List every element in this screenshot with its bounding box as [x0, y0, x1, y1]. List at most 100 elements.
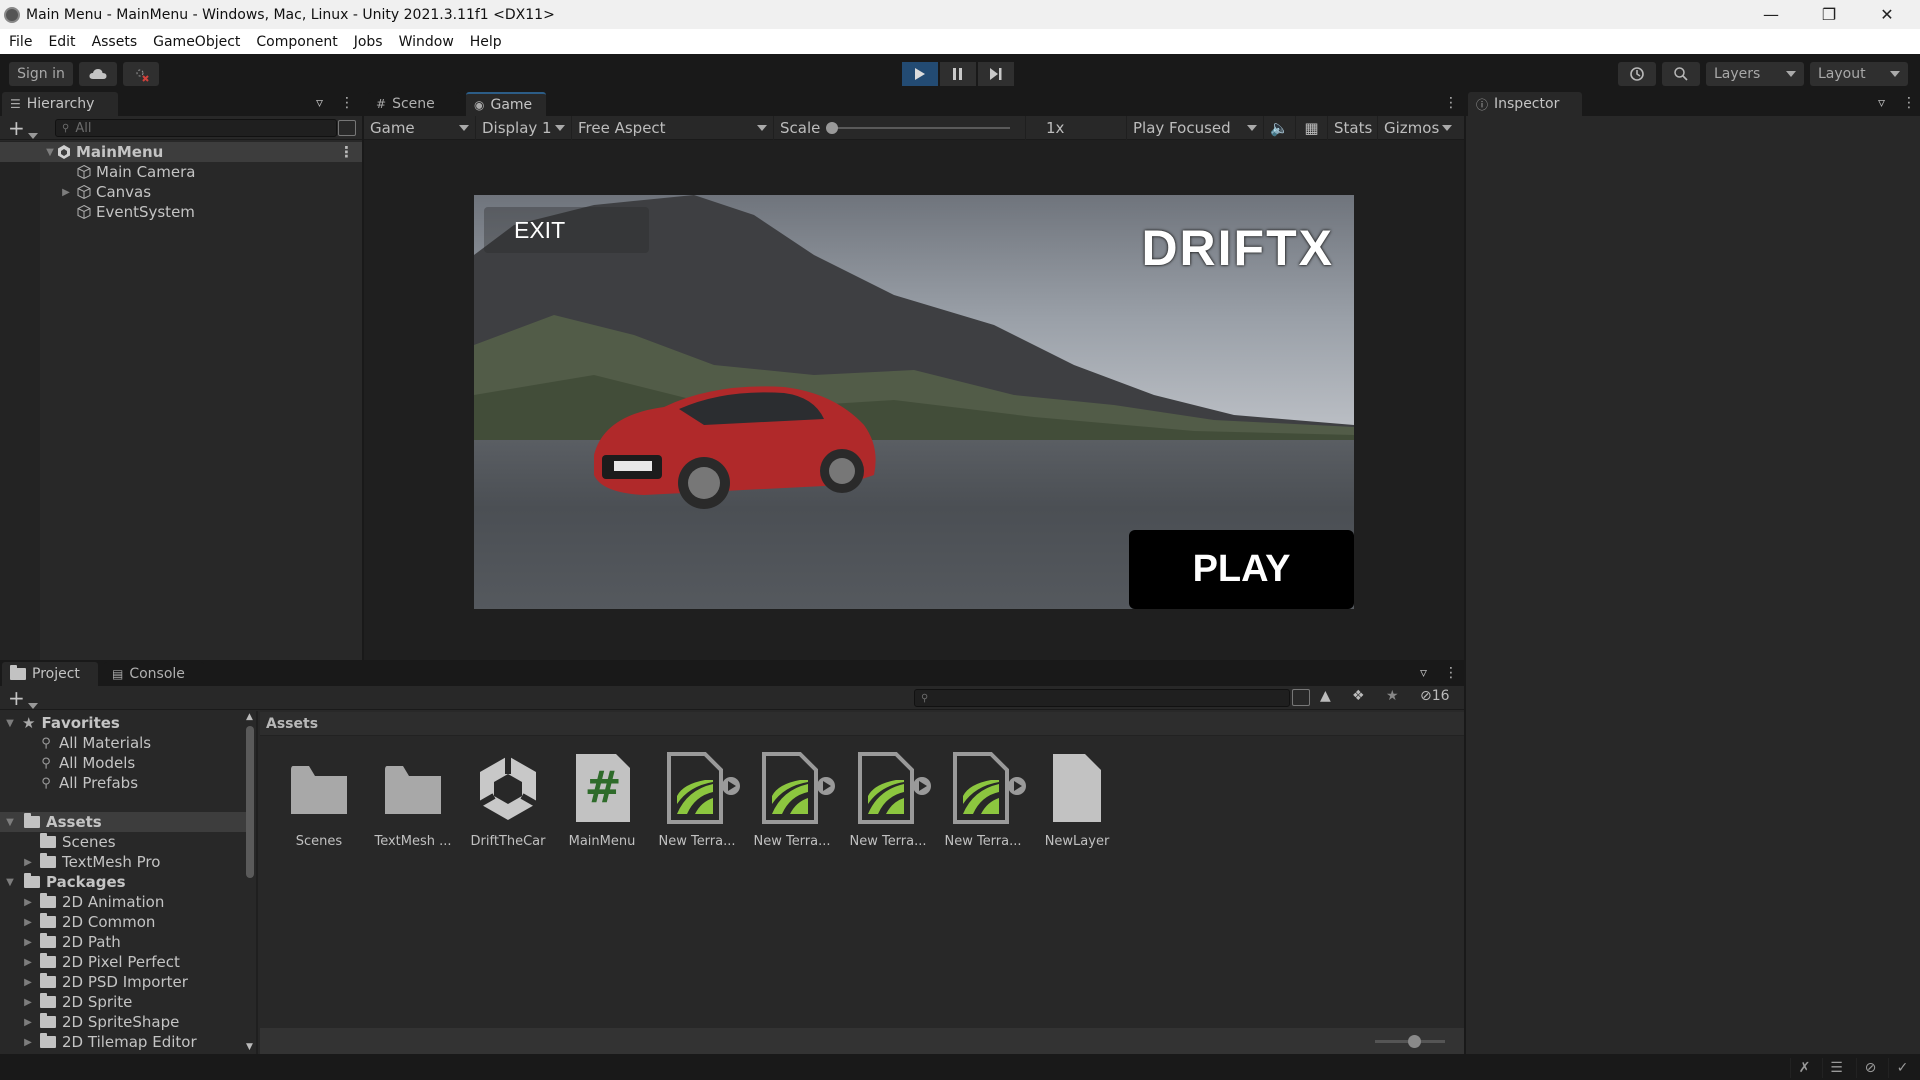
aspect-dropdown[interactable]: Free Aspect — [572, 116, 774, 140]
expanded-arrow-icon[interactable]: ▼ — [4, 877, 16, 888]
scroll-up-icon[interactable]: ▲ — [246, 712, 253, 722]
tree-favorites[interactable]: ▼ ★ Favorites — [0, 713, 246, 733]
create-icon[interactable]: + — [8, 686, 25, 710]
tree-scrollbar[interactable]: ▲ ▼ — [244, 712, 256, 1054]
hierarchy-row-canvas[interactable]: ▶ Canvas — [0, 182, 362, 202]
asset-item[interactable]: New Terra... — [937, 752, 1029, 849]
collapsed-arrow-icon[interactable]: ▶ — [22, 1037, 34, 1048]
tab-project[interactable]: Project — [2, 662, 98, 686]
add-icon[interactable]: + — [8, 116, 25, 140]
tree-package[interactable]: ▶ 2D Sprite — [0, 992, 246, 1012]
exit-button[interactable]: EXIT — [484, 207, 649, 253]
step-button[interactable] — [978, 62, 1014, 86]
tree-assets[interactable]: ▼ Assets — [0, 812, 246, 832]
tree-package[interactable]: ▶ 2D Pixel Perfect — [0, 952, 246, 972]
tab-console[interactable]: ▤ Console — [104, 662, 204, 686]
menu-jobs[interactable]: Jobs — [354, 34, 383, 50]
filter-by-label-icon[interactable]: ❖ — [1352, 688, 1365, 704]
game-render[interactable]: EXIT DRIFTX PLAY — [474, 195, 1354, 609]
lock-icon[interactable]: ▿ — [1420, 665, 1427, 681]
tree-package[interactable]: ▶ 2D PSD Importer — [0, 972, 246, 992]
tree-package[interactable]: ▶ 2D Tilemap Editor — [0, 1032, 246, 1052]
display-dropdown[interactable]: Display 1 — [476, 116, 572, 140]
collapsed-arrow-icon[interactable]: ▶ — [22, 897, 34, 908]
hierarchy-search-input[interactable]: ⚲ All — [55, 119, 337, 137]
asset-item[interactable]: # MainMenu — [556, 752, 648, 849]
sign-in-button[interactable]: Sign in — [9, 62, 73, 86]
collapsed-arrow-icon[interactable]: ▶ — [22, 1017, 34, 1028]
kebab-menu-icon[interactable]: ⋮ — [1902, 95, 1916, 111]
menu-file[interactable]: File — [9, 34, 32, 50]
scroll-down-icon[interactable]: ▼ — [246, 1042, 253, 1052]
menu-edit[interactable]: Edit — [48, 34, 75, 50]
collapsed-arrow-icon[interactable]: ▶ — [22, 857, 34, 868]
expanded-arrow-icon[interactable]: ▼ — [44, 147, 56, 158]
collapsed-arrow-icon[interactable]: ▶ — [22, 957, 34, 968]
pause-button[interactable] — [940, 62, 976, 86]
menu-gameobject[interactable]: GameObject — [153, 34, 240, 50]
open-search-window-icon[interactable] — [1292, 689, 1310, 706]
tree-all-materials[interactable]: ⚲ All Materials — [0, 733, 246, 753]
breadcrumb-assets[interactable]: Assets — [266, 716, 318, 732]
hierarchy-row-mainmenu[interactable]: ▼ MainMenu ⋮ — [0, 142, 362, 162]
collapsed-arrow-icon[interactable]: ▶ — [22, 977, 34, 988]
minimize-button[interactable]: — — [1742, 0, 1800, 29]
collapsed-arrow-icon[interactable]: ▶ — [22, 997, 34, 1008]
kebab-menu-icon[interactable]: ⋮ — [1444, 665, 1458, 681]
project-search-input[interactable]: ⚲ — [914, 689, 1290, 707]
lock-icon[interactable]: ▿ — [1878, 95, 1885, 111]
restore-button[interactable]: ❐ — [1800, 0, 1858, 29]
asset-item[interactable]: New Terra... — [842, 752, 934, 849]
scale-slider-track[interactable] — [830, 127, 1010, 129]
kebab-menu-icon[interactable]: ⋮ — [340, 95, 354, 111]
debug-mode-button[interactable]: ✗ — [1790, 1058, 1818, 1078]
menu-component[interactable]: Component — [256, 34, 337, 50]
tab-inspector[interactable]: ⓘ Inspector — [1468, 92, 1582, 116]
stats-button[interactable]: Stats — [1328, 116, 1378, 140]
lock-icon[interactable]: ▿ — [316, 95, 323, 111]
open-search-window-icon[interactable] — [338, 120, 356, 136]
asset-item[interactable]: Scenes — [273, 752, 365, 849]
asset-item[interactable]: DriftTheCar — [462, 752, 554, 849]
game-mode-dropdown[interactable]: Game — [364, 116, 476, 140]
play-mode-dropdown[interactable]: Play Focused — [1126, 116, 1264, 140]
tree-package[interactable]: ▶ 2D SpriteShape — [0, 1012, 246, 1032]
auto-refresh-button[interactable]: ⊘ — [1856, 1058, 1884, 1078]
tree-scenes[interactable]: Scenes — [0, 832, 246, 852]
play-game-button[interactable]: PLAY — [1129, 530, 1354, 609]
tab-game[interactable]: ◉ Game — [466, 92, 546, 116]
scale-slider-thumb[interactable] — [826, 122, 838, 134]
collapsed-arrow-icon[interactable]: ▶ — [60, 187, 72, 198]
hierarchy-row-eventsystem[interactable]: EventSystem — [0, 202, 362, 222]
hierarchy-row-main-camera[interactable]: Main Camera — [0, 162, 362, 182]
icon-size-slider-thumb[interactable] — [1408, 1035, 1421, 1048]
tree-all-models[interactable]: ⚲ All Models — [0, 753, 246, 773]
hidden-packages-toggle[interactable]: ⊘16 — [1420, 688, 1450, 704]
scrollbar-thumb[interactable] — [246, 726, 254, 878]
asset-item[interactable]: TextMesh ... — [367, 752, 459, 849]
undo-history-button[interactable] — [1618, 62, 1656, 86]
kebab-menu-icon[interactable]: ⋮ — [339, 143, 354, 161]
mute-audio-button[interactable]: 🔈 — [1264, 116, 1296, 140]
menu-help[interactable]: Help — [470, 34, 502, 50]
kebab-menu-icon[interactable]: ⋮ — [1444, 95, 1458, 111]
cloud-button[interactable] — [79, 62, 117, 86]
keyboard-shortcuts-button[interactable]: ▦ — [1296, 116, 1328, 140]
tab-hierarchy[interactable]: ☰ Hierarchy — [2, 92, 118, 116]
cache-server-button[interactable]: ☰ — [1822, 1058, 1850, 1078]
tree-package[interactable]: ▶ 2D Common — [0, 912, 246, 932]
expanded-arrow-icon[interactable]: ▼ — [4, 817, 16, 828]
play-button[interactable] — [902, 62, 938, 86]
progress-status-button[interactable]: ✓ — [1888, 1058, 1916, 1078]
tree-package[interactable]: ▶ 2D Animation — [0, 892, 246, 912]
close-button[interactable]: ✕ — [1858, 0, 1916, 29]
layout-dropdown[interactable]: Layout — [1810, 62, 1908, 86]
search-button[interactable] — [1662, 62, 1700, 86]
filter-by-type-icon[interactable]: ▲ — [1320, 688, 1331, 704]
collab-button[interactable] — [123, 62, 159, 86]
tree-package[interactable]: ▶ 2D Path — [0, 932, 246, 952]
favorite-star-icon[interactable]: ★ — [1386, 688, 1399, 704]
expanded-arrow-icon[interactable]: ▼ — [4, 718, 16, 729]
gizmos-dropdown[interactable]: Gizmos — [1378, 116, 1458, 140]
asset-item[interactable]: New Terra... — [651, 752, 743, 849]
